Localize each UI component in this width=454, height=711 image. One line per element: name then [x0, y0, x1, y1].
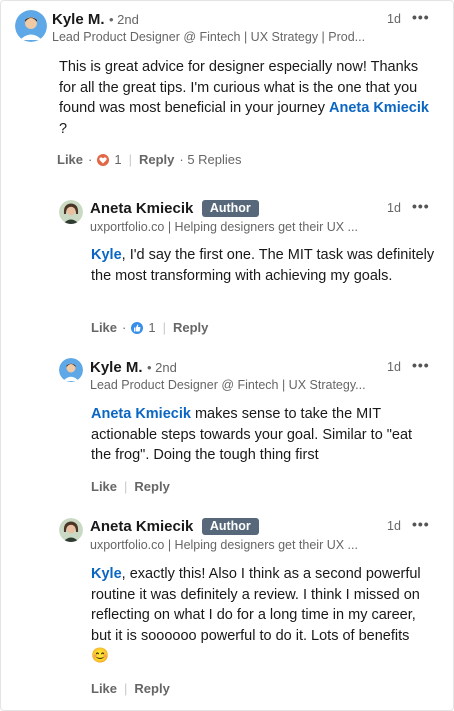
author-name[interactable]: Aneta Kmiecik: [90, 200, 193, 217]
comment-header: Aneta Kmiecik Author: [90, 200, 259, 218]
comment-text: Kyle, exactly this! Also I think as a se…: [91, 564, 436, 667]
separator-dot: ·: [122, 320, 127, 335]
more-options-icon[interactable]: •••: [412, 9, 430, 25]
author-headline: uxportfolio.co | Helping designers get t…: [90, 538, 358, 552]
divider: |: [124, 479, 128, 494]
comment-text: Aneta Kmiecik makes sense to take the MI…: [91, 404, 431, 466]
comment-text-part: , exactly this! Also I think as a second…: [91, 566, 421, 644]
mention-link[interactable]: Aneta Kmiecik: [329, 100, 429, 116]
divider: |: [162, 320, 166, 335]
divider: |: [124, 681, 128, 696]
connection-degree: • 2nd: [146, 360, 177, 375]
comment-actions: Like · 1 | Reply · 5 Replies: [57, 152, 242, 167]
thumbs-up-icon: [131, 321, 144, 334]
avatar[interactable]: [59, 200, 83, 224]
timestamp: 1d: [387, 201, 401, 215]
author-name[interactable]: Kyle M.: [52, 11, 105, 28]
author-badge: Author: [201, 200, 259, 217]
reply-button[interactable]: Reply: [173, 320, 208, 335]
author-headline: uxportfolio.co | Helping designers get t…: [90, 220, 358, 234]
reply-button[interactable]: Reply: [134, 681, 169, 696]
author-badge: Author: [201, 518, 259, 535]
comment-actions: Like | Reply: [91, 681, 170, 696]
comment-text-part: , I'd say the first one. The MIT task wa…: [91, 247, 435, 284]
reply-button[interactable]: Reply: [139, 152, 174, 167]
like-button[interactable]: Like: [91, 320, 117, 335]
like-button[interactable]: Like: [91, 479, 117, 494]
replies-count-link[interactable]: · 5 Replies: [179, 152, 241, 167]
author-name[interactable]: Aneta Kmiecik: [90, 518, 193, 535]
comment-text: Kyle, I'd say the first one. The MIT tas…: [91, 245, 436, 286]
separator-dot: ·: [88, 152, 93, 167]
like-button[interactable]: Like: [91, 681, 117, 696]
comment-actions: Like · 1 | Reply: [91, 320, 208, 335]
mention-link[interactable]: Kyle: [91, 566, 122, 582]
comment-text-part: ?: [59, 120, 68, 137]
author-headline: Lead Product Designer @ Fintech | UX Str…: [52, 30, 366, 44]
divider: |: [128, 152, 132, 167]
comment-header: Kyle M. • 2nd: [52, 11, 139, 29]
comment-text: This is great advice for designer especi…: [59, 57, 439, 139]
timestamp: 1d: [387, 12, 401, 26]
reaction-count[interactable]: 1: [148, 320, 155, 335]
comments-panel: Kyle M. • 2nd Lead Product Designer @ Fi…: [0, 0, 454, 711]
reply-button[interactable]: Reply: [134, 479, 169, 494]
like-button[interactable]: Like: [57, 152, 83, 167]
avatar[interactable]: [15, 10, 47, 42]
mention-link[interactable]: Kyle: [91, 247, 122, 263]
avatar[interactable]: [59, 358, 83, 382]
author-name[interactable]: Kyle M.: [90, 359, 143, 376]
smile-emoji-icon: 😊: [91, 648, 110, 664]
timestamp: 1d: [387, 360, 401, 374]
heart-icon: [97, 153, 110, 166]
reaction-count[interactable]: 1: [114, 152, 121, 167]
more-options-icon[interactable]: •••: [412, 198, 430, 214]
comment-header: Aneta Kmiecik Author: [90, 518, 259, 536]
author-headline: Lead Product Designer @ Fintech | UX Str…: [90, 378, 366, 392]
mention-link[interactable]: Aneta Kmiecik: [91, 406, 191, 422]
connection-degree: • 2nd: [108, 12, 139, 27]
comment-header: Kyle M. • 2nd: [90, 359, 177, 377]
more-options-icon[interactable]: •••: [412, 516, 430, 532]
more-options-icon[interactable]: •••: [412, 357, 430, 373]
comment-actions: Like | Reply: [91, 479, 170, 494]
avatar[interactable]: [59, 518, 83, 542]
timestamp: 1d: [387, 519, 401, 533]
